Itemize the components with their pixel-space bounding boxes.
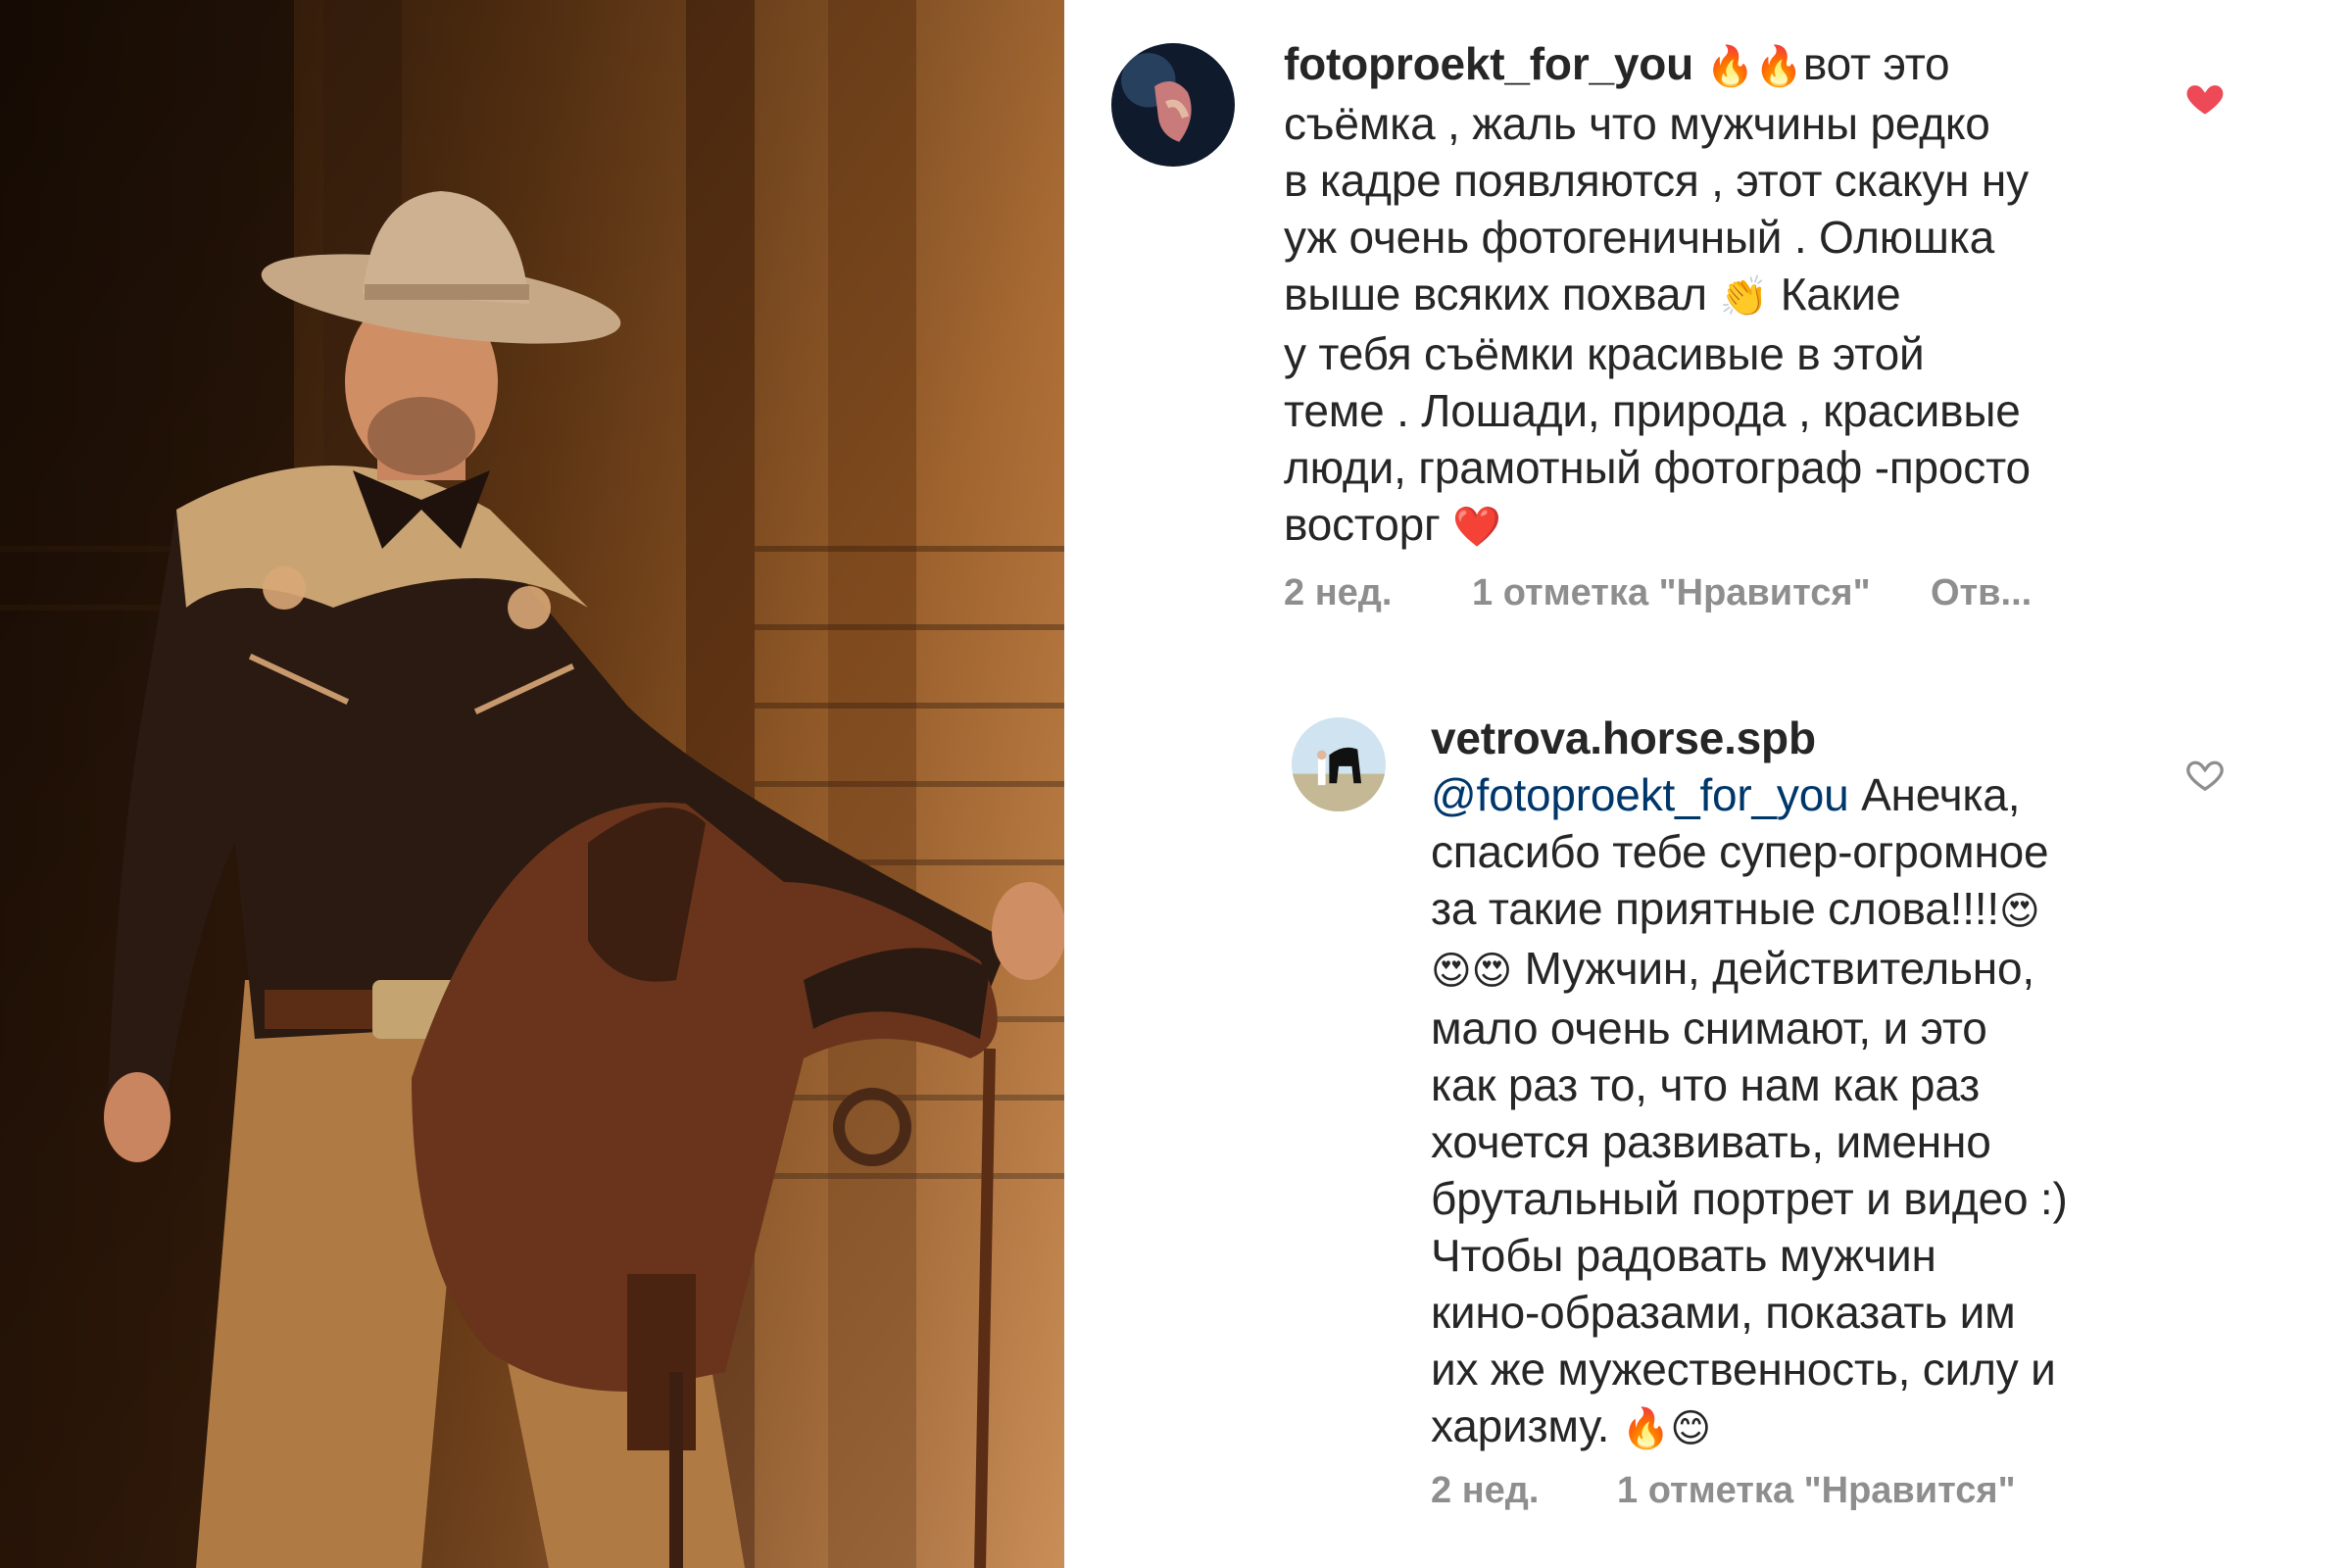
avatar-image [1111, 43, 1235, 167]
cowboy-photo [0, 0, 1064, 1568]
avatar[interactable] [1111, 43, 1235, 167]
heart-eyes-emoji: 😍😍 [1431, 949, 1512, 994]
comment-likes-count[interactable]: 1 отметка "Нравится" [1617, 1470, 2016, 1512]
heart-outline-icon [2186, 760, 2224, 792]
comment-text: fotoproekt_for_you 🔥🔥вот это съёмка , жа… [1284, 35, 2166, 556]
comment: fotoproekt_for_you 🔥🔥вот это съёмка , жа… [1064, 0, 2352, 647]
fire-smile-emoji: 🔥😊 [1621, 1406, 1711, 1451]
comment-username[interactable]: fotoproekt_for_you [1284, 38, 1693, 89]
comment-username[interactable]: vetrova.horse.spb [1431, 712, 1816, 763]
comment-meta: 2 нед. 1 отметка "Нравится" Отв... [1284, 572, 2166, 619]
comment-likes-count[interactable]: 1 отметка "Нравится" [1472, 572, 1871, 614]
heart-filled-icon [2186, 85, 2224, 115]
fire-emoji: 🔥🔥 [1705, 44, 1803, 89]
mention-link[interactable]: @fotoproekt_for_you [1431, 769, 1849, 820]
red-heart-emoji: ❤️ [1452, 505, 1501, 550]
avatar-image [1292, 717, 1386, 811]
reply-button[interactable]: Отв... [1931, 572, 2032, 614]
heart-eyes-emoji: 😍 [1998, 889, 2040, 934]
like-button[interactable] [2183, 76, 2227, 120]
comment-reply: vetrova.horse.spb @fotoproekt_for_you Ан… [1064, 647, 2352, 1568]
comment-time: 2 нед. [1431, 1470, 1540, 1511]
comment-time: 2 нед. [1284, 572, 1393, 613]
comment-text-part: Мужчин, действительно, мало очень снимаю… [1431, 943, 2068, 1451]
comment-meta: 2 нед. 1 отметка "Нравится" [1431, 1470, 2215, 1517]
comment-text: vetrova.horse.spb @fotoproekt_for_you Ан… [1431, 710, 2332, 1457]
like-button[interactable] [2183, 753, 2227, 796]
comments-panel: fotoproekt_for_you 🔥🔥вот это съёмка , жа… [1064, 0, 2352, 1568]
post-photo [0, 0, 1064, 1568]
avatar[interactable] [1292, 717, 1386, 811]
clapping-hands-emoji: 👏 [1719, 274, 1769, 319]
